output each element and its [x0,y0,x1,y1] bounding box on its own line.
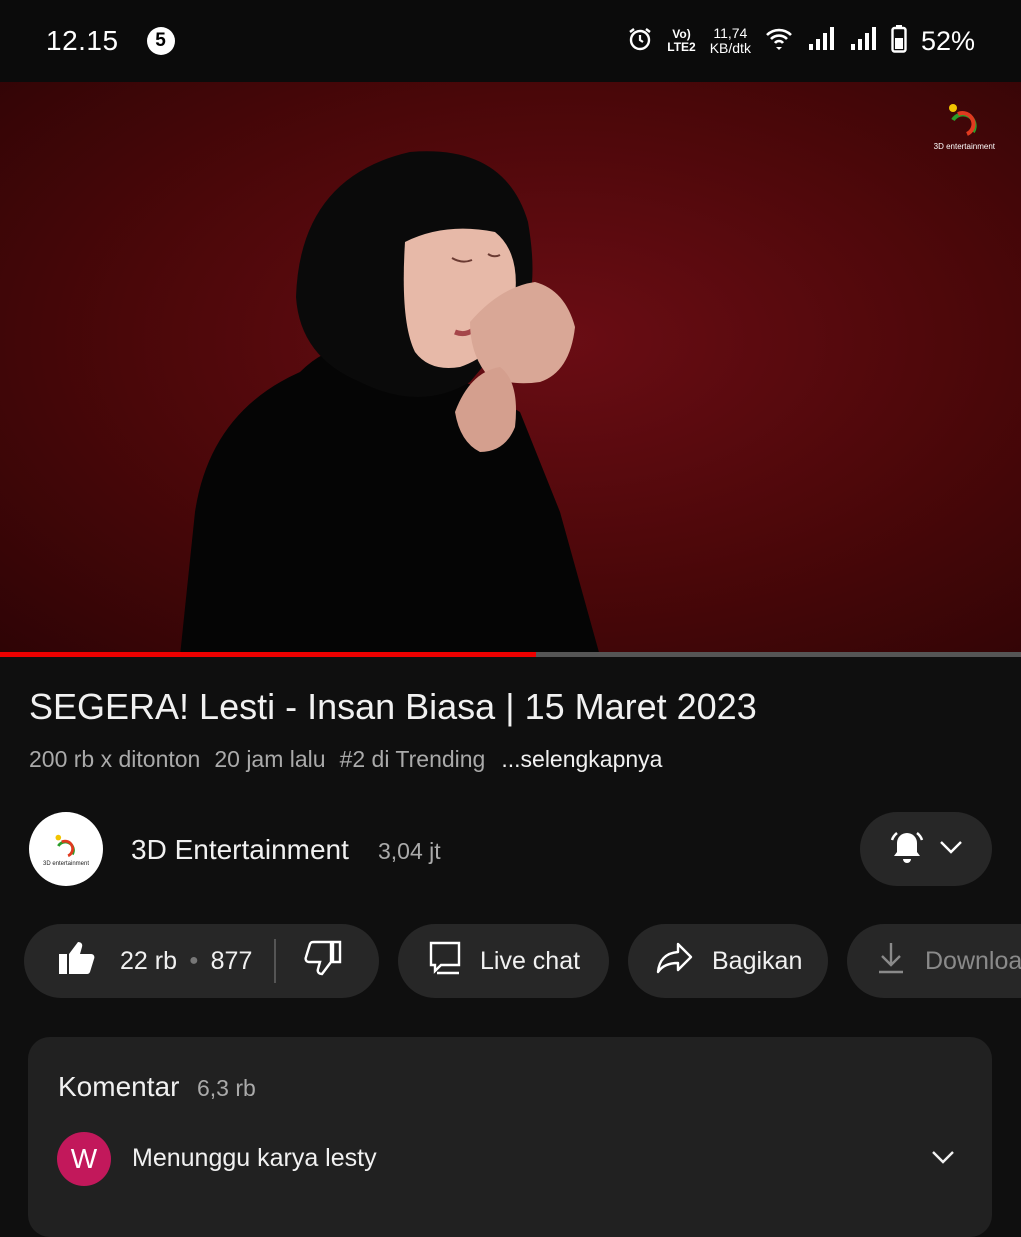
watermark-text: 3D entertainment [933,142,995,151]
battery-icon [891,24,907,58]
channel-row: 3D entertainment 3D Entertainment 3,04 j… [0,810,1021,890]
battery-percent: 52% [920,25,975,56]
comment-text: Menunggu karya lesty [132,1144,377,1172]
signal-icon [807,26,835,57]
speed-unit: KB/dtk [709,40,751,56]
download-icon [877,941,905,982]
wifi-icon [765,27,793,56]
video-progress-fill [0,652,537,657]
separator-dot: ● [188,952,199,969]
channel-logo-icon [55,834,75,857]
download-button[interactable]: Download [847,924,1021,998]
watermark-logo [949,104,977,136]
signal-icon [849,26,877,57]
share-icon [656,941,694,982]
download-label: Download [925,946,1021,975]
alarm-icon [627,26,653,57]
like-button[interactable]: 22 rb [58,940,177,983]
like-count: 22 rb [120,946,177,975]
live-chat-button[interactable]: Live chat [398,924,609,998]
notification-bell-button[interactable] [860,812,992,886]
like-dislike-group: 22 rb ● 877 [24,924,379,998]
speed-value: 11,74 [713,25,748,41]
like-divider [274,939,277,983]
bell-icon [888,828,926,871]
network-type: Vo) LTE2 [667,28,695,54]
show-more-link[interactable]: ...selengkapnya [501,746,662,773]
chevron-down-icon[interactable] [930,1149,956,1170]
notification-badge: 5 [146,27,175,55]
live-chat-label: Live chat [480,946,581,975]
video-frame [180,151,600,656]
thumbs-down-icon [304,940,342,982]
video-meta[interactable]: 200 rb x ditonton 20 jam lalu #2 di Tren… [29,746,662,773]
channel-watermark: 3D entertainment [934,100,995,151]
status-bar: 12.15 5 Vo) LTE2 11,74 KB/dtk 52% [0,0,1021,82]
share-button[interactable]: Bagikan [628,924,828,998]
thumbs-up-icon [58,940,96,983]
trending-rank: #2 di Trending [339,746,486,772]
comment-avatar: W [57,1132,111,1186]
comments-panel[interactable]: Komentar 6,3 rb W Menunggu karya lesty [28,1037,992,1237]
upload-age: 20 jam lalu [214,746,326,772]
video-title: SEGERA! Lesti - Insan Biasa | 15 Maret 2… [29,686,757,727]
dislike-button[interactable] [304,940,342,983]
chevron-down-icon [938,839,964,860]
status-time: 12.15 [46,25,119,56]
video-player[interactable]: 3D entertainment [0,82,1021,656]
channel-name[interactable]: 3D Entertainment [131,834,349,866]
share-label: Bagikan [712,946,803,975]
action-bar: 22 rb ● 877 Live chat Bagikan Download [0,924,1021,998]
network-speed: 11,74 KB/dtk [710,26,751,56]
network-label-bottom: LTE2 [667,40,696,54]
comments-count: 6,3 rb [197,1075,256,1101]
chat-icon [428,940,462,983]
channel-avatar[interactable]: 3D entertainment [29,812,103,886]
channel-avatar-text: 3D entertainment [42,860,90,867]
video-progress-bar[interactable] [0,652,1021,657]
subscriber-count: 3,04 jt [378,838,441,864]
dislike-count: 877 [210,946,253,975]
comments-title: Komentar [58,1071,180,1102]
view-count: 200 rb x ditonton [29,746,201,772]
